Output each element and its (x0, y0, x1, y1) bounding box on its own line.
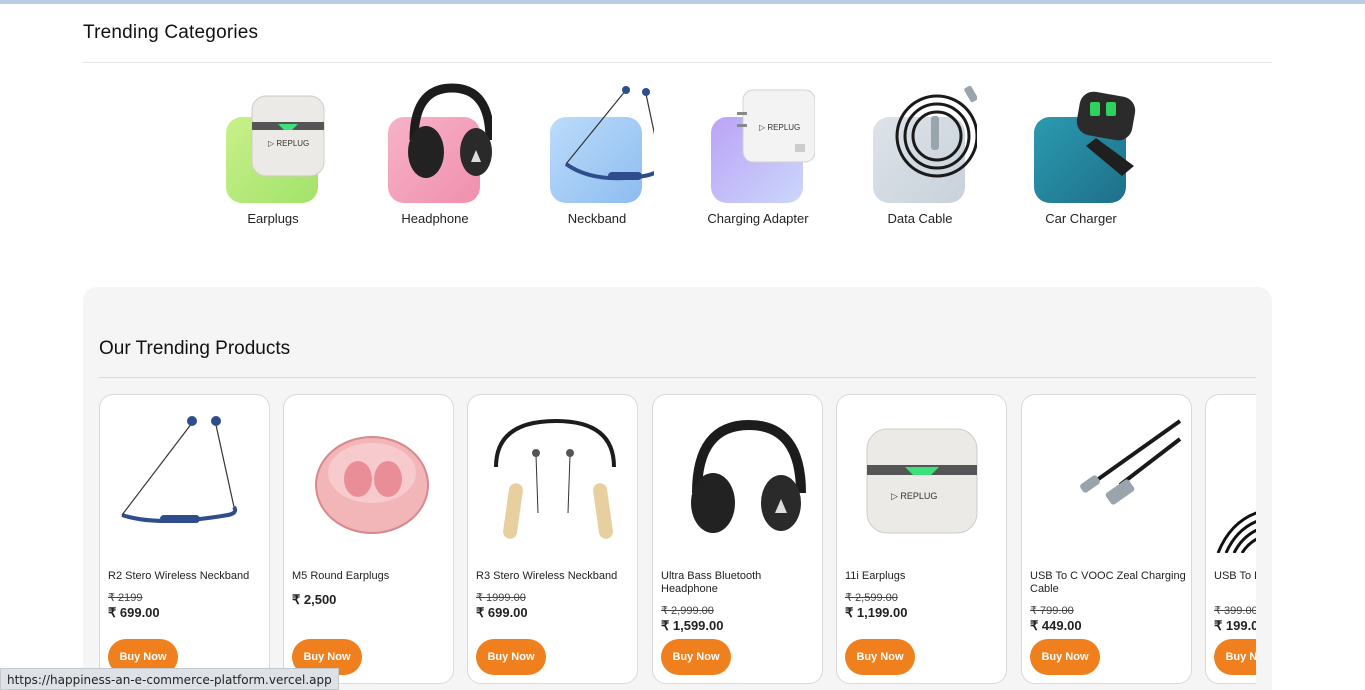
headphone-icon (691, 419, 806, 533)
product-name: USB To L Cable (1214, 570, 1256, 582)
category-car-charger[interactable]: Car Charger (1016, 80, 1146, 230)
svg-text:▷ REPLUG: ▷ REPLUG (759, 123, 800, 132)
category-neckband[interactable]: Neckband (532, 80, 662, 230)
category-label: Charging Adapter (707, 211, 809, 226)
product-card[interactable]: Ultra Bass Bluetooth Headphone ₹ 2,999.0… (652, 394, 823, 684)
product-price: ₹ 699.00 (476, 605, 528, 620)
svg-text:▷ REPLUG: ▷ REPLUG (891, 491, 937, 501)
svg-text:▷ REPLUG: ▷ REPLUG (268, 139, 309, 148)
category-headphone[interactable]: Headphone (370, 80, 500, 230)
earplugs-case-icon: ▷ REPLUG (251, 95, 325, 177)
category-label: Car Charger (1045, 211, 1117, 226)
trending-categories-title: Trending Categories (83, 22, 259, 43)
category-label: Neckband (567, 211, 627, 226)
round-earplugs-icon (315, 436, 429, 534)
product-card[interactable]: USB To C VOOC Zeal Charging Cable ₹ 799.… (1021, 394, 1192, 684)
trending-products-title: Our Trending Products (99, 338, 291, 359)
product-old-price: ₹ 2,599.00 (845, 592, 898, 604)
car-charger-icon (1076, 91, 1136, 176)
usb-cable-icon (1080, 419, 1182, 505)
buy-now-button[interactable]: Buy Now (476, 639, 546, 675)
category-data-cable[interactable]: Data Cable (855, 80, 985, 230)
product-price: ₹ 699.00 (108, 605, 160, 620)
product-price: ₹ 2,500 (292, 592, 337, 607)
product-price: ₹ 449.00 (1030, 618, 1082, 633)
product-card[interactable]: R2 Stero Wireless Neckband ₹ 2199 ₹ 699.… (99, 394, 270, 684)
product-card[interactable]: USB To L Cable ₹ 399.00 ₹ 199.00 Buy Now (1205, 394, 1256, 684)
product-price: ₹ 1,199.00 (845, 605, 908, 620)
buy-now-button[interactable]: Buy Now (1030, 639, 1100, 675)
product-price: ₹ 1,599.00 (661, 618, 724, 633)
product-card[interactable]: ▷ REPLUG 11i Earplugs ₹ 2,599.00 ₹ 1,199… (836, 394, 1007, 684)
earplugs-case-icon: ▷ REPLUG (866, 428, 978, 534)
buy-now-button[interactable]: Buy Now (845, 639, 915, 675)
category-label: Earplugs (247, 211, 299, 226)
categories-divider (83, 62, 1272, 63)
category-earplugs[interactable]: ▷ REPLUG Earplugs (208, 80, 338, 230)
product-card[interactable]: M5 Round Earplugs ₹ 2,500 Buy Now (283, 394, 454, 684)
data-cable-icon (895, 85, 977, 178)
buy-now-button[interactable]: Buy Now (661, 639, 731, 675)
charging-adapter-icon: ▷ REPLUG (737, 89, 815, 163)
browser-top-edge (0, 0, 1365, 4)
product-old-price: ₹ 2199 (108, 592, 143, 604)
buy-now-button[interactable]: Buy Now (1214, 639, 1256, 675)
category-charging-adapter[interactable]: ▷ REPLUG Charging Adapter (693, 80, 823, 230)
products-carousel[interactable]: R2 Stero Wireless Neckband ₹ 2199 ₹ 699.… (99, 394, 1256, 690)
headphone-icon (408, 83, 492, 178)
product-name: USB To C VOOC Zeal Charging Cable (1030, 570, 1186, 595)
product-card[interactable]: R3 Stero Wireless Neckband ₹ 1999.00 ₹ 6… (467, 394, 638, 684)
product-name: R2 Stero Wireless Neckband (108, 570, 250, 582)
product-old-price: ₹ 1999.00 (476, 592, 526, 604)
status-bar-url: https://happiness-an-e-commerce-platform… (0, 668, 339, 690)
product-old-price: ₹ 2,999.00 (661, 605, 714, 617)
coiled-cable-icon (1216, 511, 1256, 553)
product-name: Ultra Bass Bluetooth Headphone (661, 570, 762, 595)
product-name: M5 Round Earplugs (292, 570, 390, 582)
product-price: ₹ 199.00 (1214, 618, 1256, 633)
product-name: R3 Stero Wireless Neckband (476, 570, 618, 582)
product-old-price: ₹ 799.00 (1030, 605, 1074, 617)
neckband-icon (564, 86, 654, 181)
category-label: Data Cable (887, 211, 953, 226)
category-label: Headphone (401, 211, 469, 226)
product-name: 11i Earplugs (845, 570, 906, 582)
neckband-icon (121, 416, 238, 523)
product-old-price: ₹ 399.00 (1214, 605, 1256, 617)
products-divider (99, 377, 1256, 378)
neckband-icon (494, 418, 616, 539)
